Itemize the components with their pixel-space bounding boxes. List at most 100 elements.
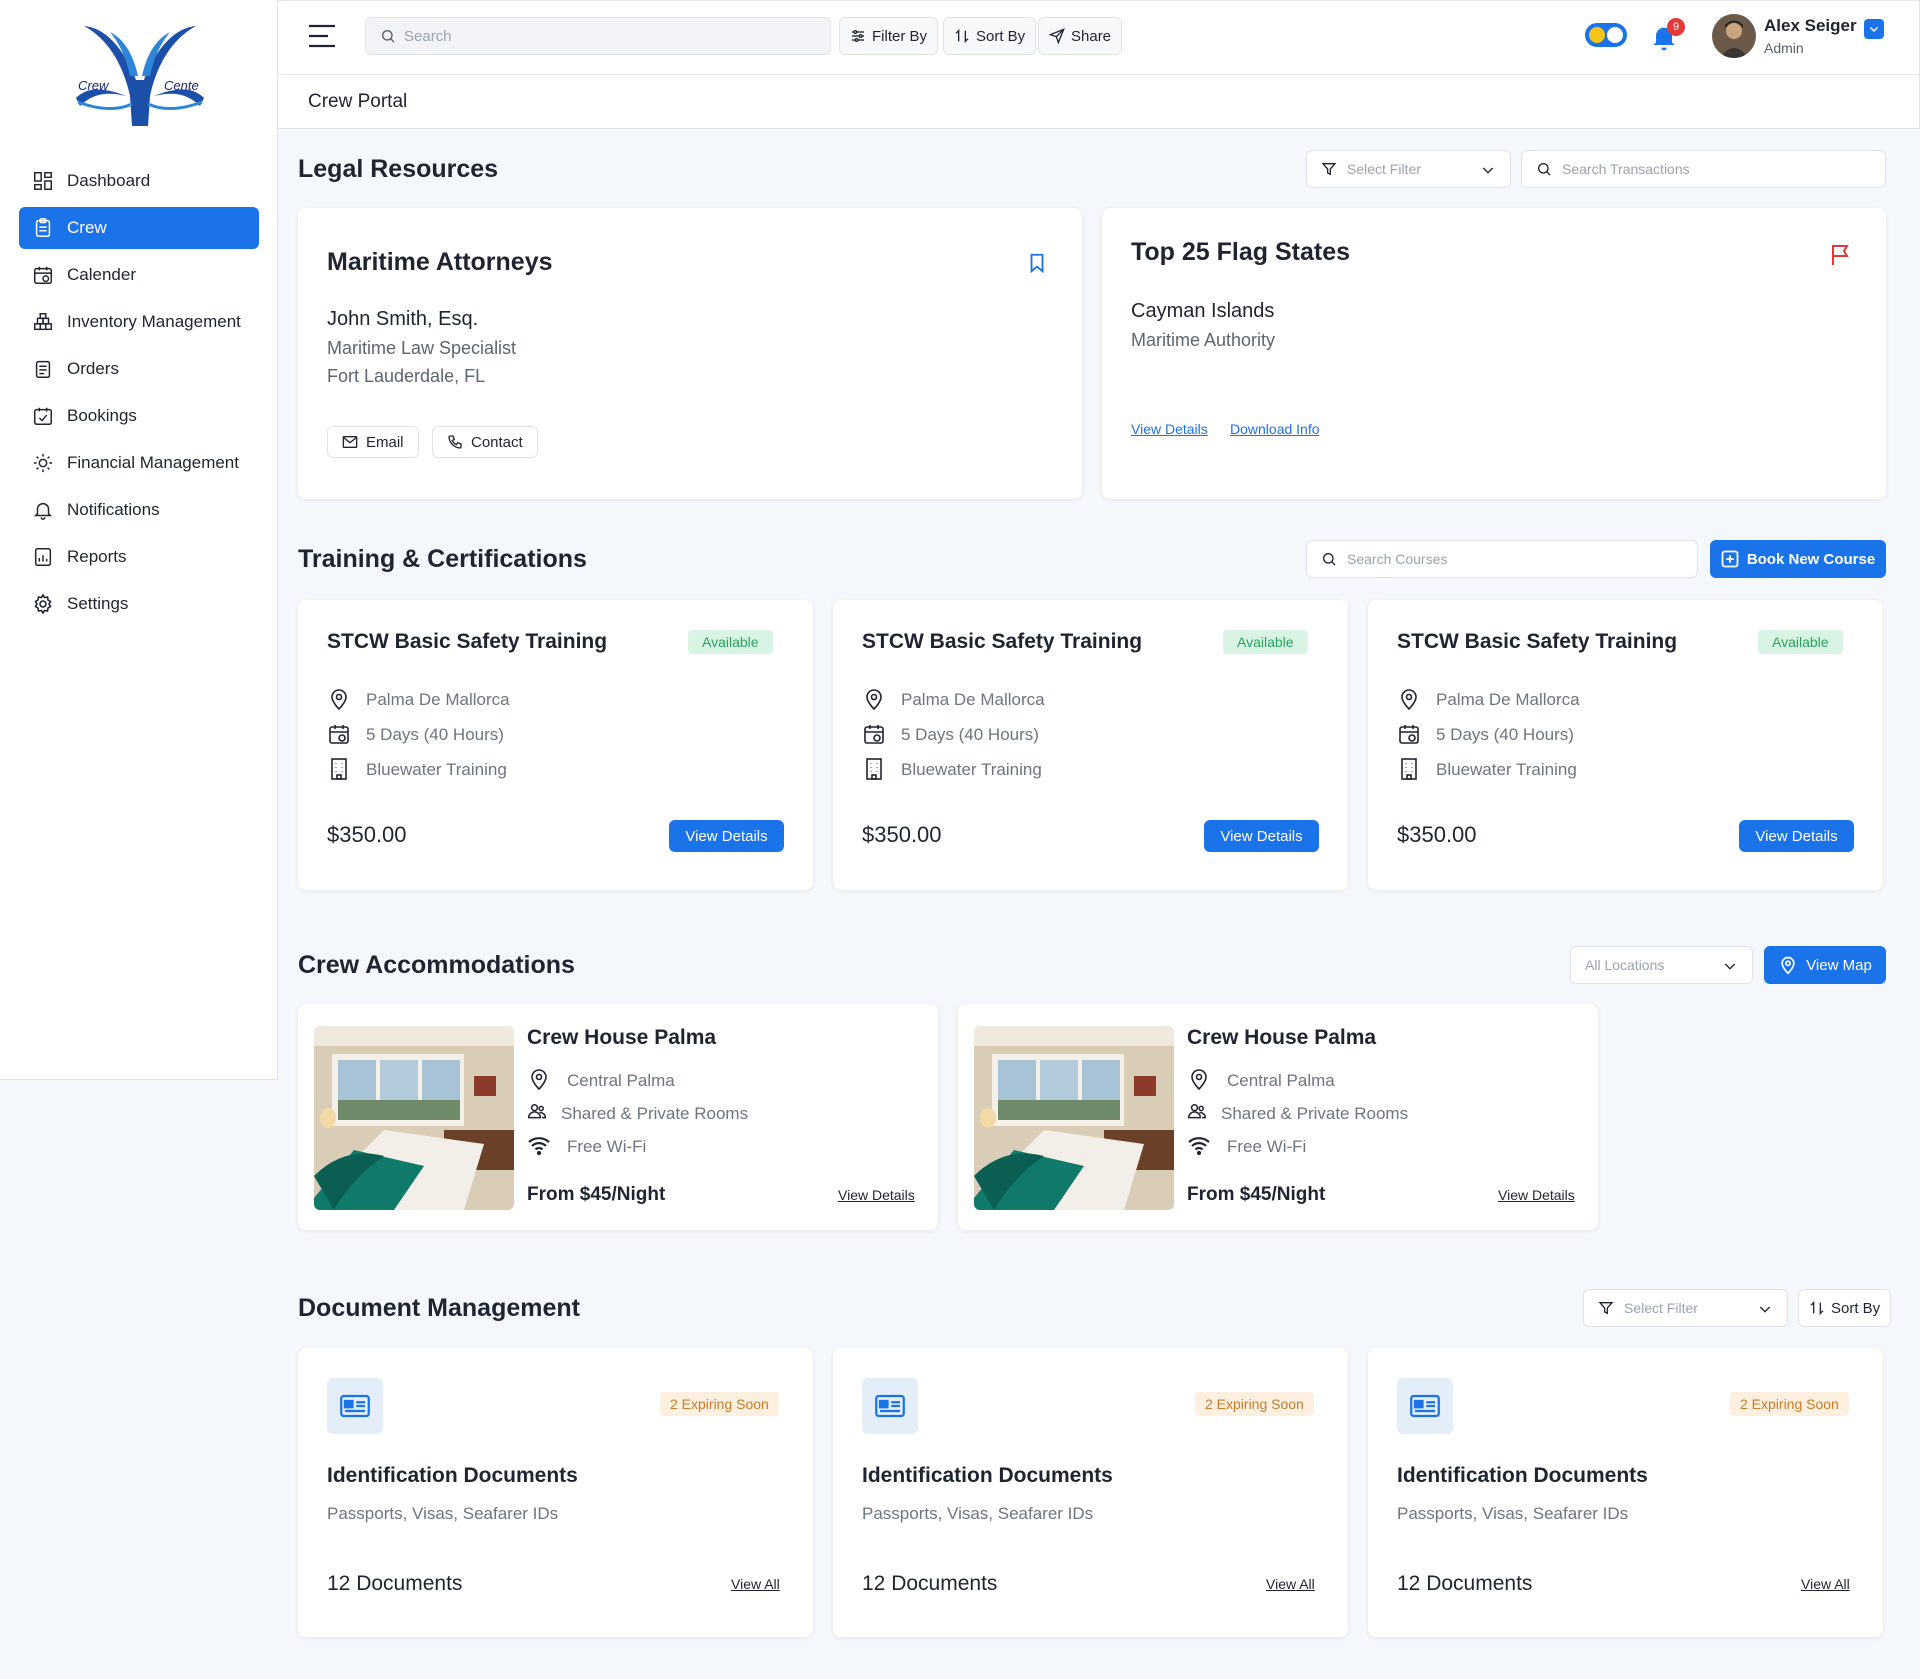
search-placeholder: Search (404, 27, 452, 45)
crew-center-logo[interactable]: Crew Cente (70, 18, 210, 130)
accommodation-wifi: Free Wi-Fi (567, 1137, 647, 1156)
avatar[interactable] (1712, 14, 1756, 58)
maritime-attorneys-card: Maritime Attorneys John Smith, Esq. Mari… (298, 208, 1082, 499)
sidebar-item-financial[interactable]: Financial Management (19, 442, 259, 484)
sidebar-item-notifications[interactable]: Notifications (19, 489, 259, 531)
course-card: STCW Basic Safety Training Available Pal… (298, 600, 813, 890)
sort-by-button[interactable]: Sort By (943, 17, 1037, 55)
course-location: Palma De Mallorca (366, 690, 510, 709)
book-new-course-label: Book New Course (1746, 550, 1876, 568)
building-icon (1401, 758, 1417, 780)
sidebar-item-crew[interactable]: Crew (19, 207, 259, 249)
bookmark-icon[interactable] (1026, 251, 1048, 280)
calendar-icon (31, 263, 55, 287)
view-details-button[interactable]: View Details (669, 820, 784, 852)
flag-states-card: Top 25 Flag States Cayman Islands Mariti… (1102, 208, 1886, 499)
view-all-link[interactable]: View All (1266, 1576, 1315, 1592)
flag-icon[interactable] (1829, 242, 1853, 273)
theme-toggle[interactable] (1585, 23, 1627, 47)
view-details-button[interactable]: View Details (1739, 820, 1854, 852)
search-input[interactable]: Search (365, 17, 831, 55)
view-all-link[interactable]: View All (731, 1576, 780, 1592)
course-price: $350.00 (1397, 822, 1477, 847)
status-badge: Available (1223, 630, 1308, 654)
sidebar-item-dashboard[interactable]: Dashboard (19, 160, 259, 202)
view-details-link[interactable]: View Details (1131, 421, 1208, 437)
view-details-link[interactable]: View Details (838, 1187, 915, 1203)
email-button[interactable]: Email (327, 426, 419, 458)
sort-by-label: Sort By (1831, 1299, 1881, 1317)
menu-icon[interactable] (308, 23, 336, 49)
map-pin-icon (331, 689, 347, 711)
chevron-down-icon (1724, 963, 1736, 970)
sidebar-item-settings[interactable]: Settings (19, 583, 259, 625)
sidebar-item-orders[interactable]: Orders (19, 348, 259, 390)
settings-icon (31, 592, 55, 616)
user-menu-chevron-icon[interactable] (1864, 19, 1884, 39)
view-details-link[interactable]: View Details (1498, 1187, 1575, 1203)
funnel-icon (1598, 1302, 1614, 1315)
document-card: 2 Expiring Soon Identification Documents… (298, 1348, 813, 1637)
bedroom-photo (974, 1026, 1174, 1210)
accommodation-card: Crew House Palma Central Palma Shared & … (958, 1004, 1598, 1230)
sidebar-item-bookings[interactable]: Bookings (19, 395, 259, 437)
course-title: STCW Basic Safety Training (327, 630, 608, 653)
course-duration: 5 Days (40 Hours) (366, 725, 504, 744)
sidebar-item-label: Notifications (67, 500, 160, 519)
accommodation-location: Central Palma (1227, 1071, 1335, 1090)
accommodation-rooms: Shared & Private Rooms (561, 1104, 749, 1123)
view-map-button[interactable]: View Map (1764, 946, 1886, 984)
legal-select-filter[interactable]: Select Filter (1306, 150, 1511, 188)
status-badge: Available (1758, 630, 1843, 654)
share-label: Share (1071, 27, 1112, 45)
document-desc: Passports, Visas, Seafarer IDs (1397, 1504, 1629, 1523)
wifi-icon (1188, 1137, 1210, 1156)
reports-icon (31, 545, 55, 569)
search-icon (382, 30, 395, 43)
map-pin-icon (531, 1069, 547, 1091)
search-transactions-input[interactable]: Search Transactions (1521, 150, 1886, 188)
bedroom-photo (314, 1026, 514, 1210)
clipboard-icon (31, 216, 55, 240)
sidebar-item-calender[interactable]: Calender (19, 254, 259, 296)
search-courses-input[interactable]: Search Courses (1306, 540, 1698, 578)
sidebar-item-label: Bookings (67, 406, 137, 425)
download-info-link[interactable]: Download Info (1230, 421, 1320, 437)
page-title: Crew Portal (308, 91, 408, 112)
email-label: Email (366, 433, 404, 451)
document-desc: Passports, Visas, Seafarer IDs (862, 1504, 1094, 1523)
mail-icon (342, 436, 358, 448)
contact-button[interactable]: Contact (432, 426, 538, 458)
share-button[interactable]: Share (1038, 17, 1123, 55)
legal-resources-title: Legal Resources (298, 155, 499, 183)
course-title: STCW Basic Safety Training (1397, 630, 1678, 653)
id-card-icon (1397, 1378, 1453, 1434)
accommodation-card: Crew House Palma Central Palma Shared & … (298, 1004, 938, 1230)
sidebar-nav: Dashboard Crew Calender Inventory Manage… (19, 160, 259, 630)
search-transactions-placeholder: Search Transactions (1562, 161, 1690, 177)
sidebar-item-label: Settings (67, 594, 129, 613)
course-provider: Bluewater Training (901, 760, 1042, 779)
filter-by-label: Filter By (872, 27, 928, 45)
view-all-link[interactable]: View All (1801, 1576, 1850, 1592)
view-details-button[interactable]: View Details (1204, 820, 1319, 852)
course-provider: Bluewater Training (366, 760, 507, 779)
filter-placeholder: Select Filter (1624, 1300, 1698, 1316)
notifications-bell-icon[interactable]: 9 (1648, 18, 1685, 55)
documents-select-filter[interactable]: Select Filter (1583, 1289, 1788, 1327)
sidebar-item-reports[interactable]: Reports (19, 536, 259, 578)
sun-dot (1589, 27, 1605, 43)
calendar-clock-icon (1399, 725, 1419, 744)
book-new-course-button[interactable]: Book New Course (1710, 540, 1886, 578)
expiring-badge: 2 Expiring Soon (1195, 1392, 1314, 1416)
toggle-knob (1607, 27, 1623, 43)
search-courses-placeholder: Search Courses (1347, 551, 1448, 567)
sidebar-item-inventory[interactable]: Inventory Management (19, 301, 259, 343)
documents-sort-by-button[interactable]: Sort By (1798, 1289, 1892, 1327)
course-duration: 5 Days (40 Hours) (1436, 725, 1574, 744)
flag-state-name: Cayman Islands (1131, 300, 1275, 322)
building-icon (866, 758, 882, 780)
course-title: STCW Basic Safety Training (862, 630, 1143, 653)
filter-by-button[interactable]: Filter By (839, 17, 939, 55)
location-filter-select[interactable]: All Locations (1570, 946, 1753, 984)
